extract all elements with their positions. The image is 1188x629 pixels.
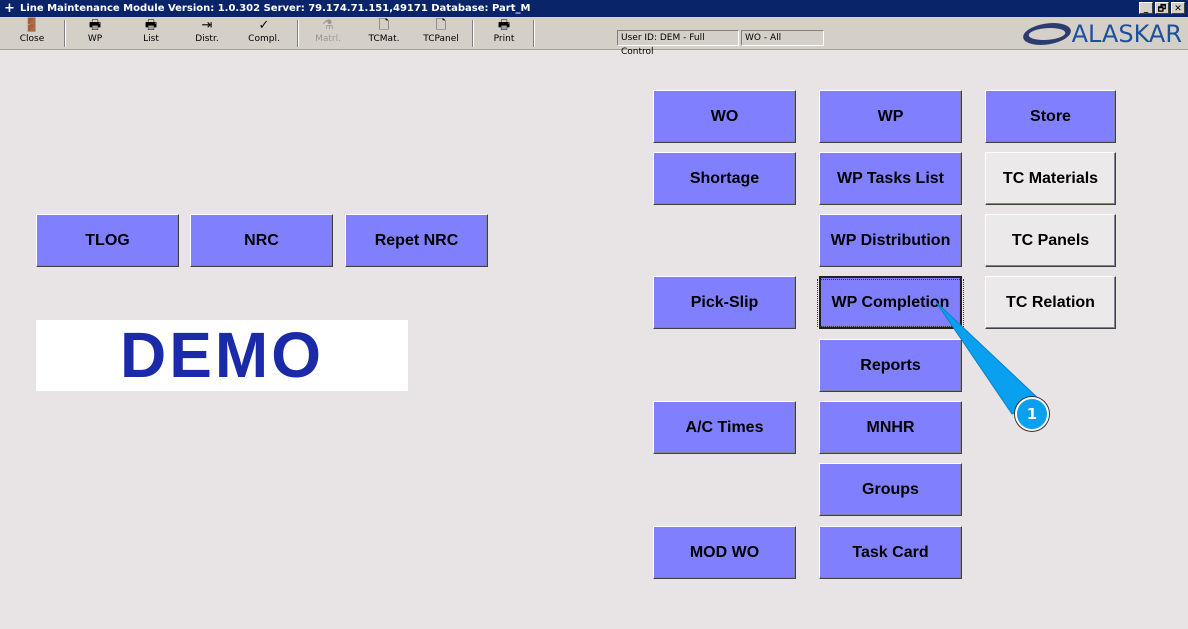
callout-pointer (935, 301, 1041, 415)
callout-badge: 1 (1015, 397, 1049, 431)
